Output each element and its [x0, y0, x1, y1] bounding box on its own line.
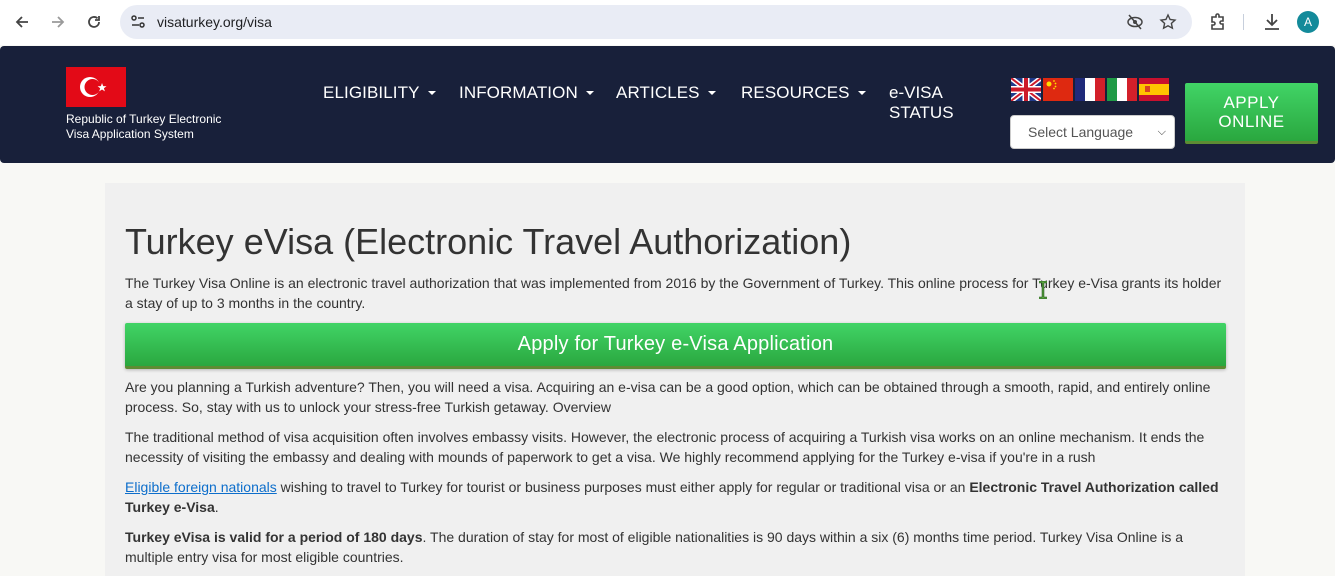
- forward-arrow-icon: [52, 16, 65, 28]
- text-cursor-icon: [1039, 281, 1047, 299]
- caret-down-icon: [707, 91, 716, 95]
- menu-articles[interactable]: ARTICLES: [616, 83, 716, 103]
- menu-evisa-status[interactable]: e-VISA STATUS: [889, 83, 954, 123]
- reload-button[interactable]: [82, 10, 106, 34]
- apply-evisa-button[interactable]: Apply for Turkey e-Visa Application: [125, 323, 1226, 369]
- adventure-paragraph: Are you planning a Turkish adventure? Th…: [125, 379, 1211, 415]
- page-title: Turkey eVisa (Electronic Travel Authoriz…: [125, 221, 852, 262]
- toolbar-separator: [1243, 14, 1244, 30]
- address-bar[interactable]: visaturkey.org/visa: [120, 5, 1192, 39]
- caret-down-icon: [585, 91, 594, 95]
- uk-flag-icon[interactable]: [1011, 78, 1041, 101]
- browser-toolbar: visaturkey.org/visa A: [0, 0, 1335, 45]
- language-flags: [1011, 78, 1169, 101]
- turkey-flag-logo[interactable]: [66, 67, 126, 107]
- url-text[interactable]: visaturkey.org/visa: [157, 14, 272, 30]
- content-panel: Turkey eVisa (Electronic Travel Authoriz…: [105, 183, 1245, 576]
- validity-paragraph: Turkey eVisa is valid for a period of 18…: [125, 529, 1184, 565]
- forward-button[interactable]: [46, 10, 70, 34]
- caret-down-icon: [857, 91, 866, 95]
- spain-flag-icon[interactable]: [1139, 78, 1169, 101]
- caret-down-icon: [427, 91, 436, 95]
- site-settings-icon[interactable]: [129, 13, 147, 31]
- extensions-icon[interactable]: [1207, 11, 1229, 33]
- china-flag-icon[interactable]: [1043, 78, 1073, 101]
- profile-avatar[interactable]: A: [1297, 11, 1319, 33]
- chevron-down-icon: ⌵: [1157, 126, 1166, 138]
- site-header: Republic of Turkey Electronic Visa Appli…: [0, 46, 1335, 163]
- menu-information[interactable]: INFORMATION: [459, 83, 594, 103]
- eye-slash-icon[interactable]: [1126, 13, 1144, 31]
- traditional-method-paragraph: The traditional method of visa acquisiti…: [125, 429, 1205, 465]
- apply-online-button[interactable]: APPLY ONLINE: [1185, 83, 1318, 144]
- language-select[interactable]: Select Language ⌵: [1010, 115, 1175, 149]
- menu-resources[interactable]: RESOURCES: [741, 83, 866, 103]
- back-arrow-icon: [15, 16, 28, 28]
- menu-eligibility[interactable]: ELIGIBILITY: [323, 83, 436, 103]
- site-name[interactable]: Republic of Turkey Electronic Visa Appli…: [66, 112, 246, 142]
- crescent-star-icon: [80, 77, 107, 97]
- back-button[interactable]: [10, 10, 34, 34]
- italy-flag-icon[interactable]: [1107, 78, 1137, 101]
- intro-paragraph: The Turkey Visa Online is an electronic …: [125, 275, 1222, 311]
- star-icon[interactable]: [1159, 13, 1177, 31]
- eligible-nationals-link[interactable]: Eligible foreign nationals: [125, 479, 277, 495]
- reload-icon: [88, 16, 100, 28]
- eligibility-paragraph: Eligible foreign nationals wishing to tr…: [125, 479, 1219, 515]
- france-flag-icon[interactable]: [1075, 78, 1105, 101]
- download-icon[interactable]: [1261, 11, 1283, 33]
